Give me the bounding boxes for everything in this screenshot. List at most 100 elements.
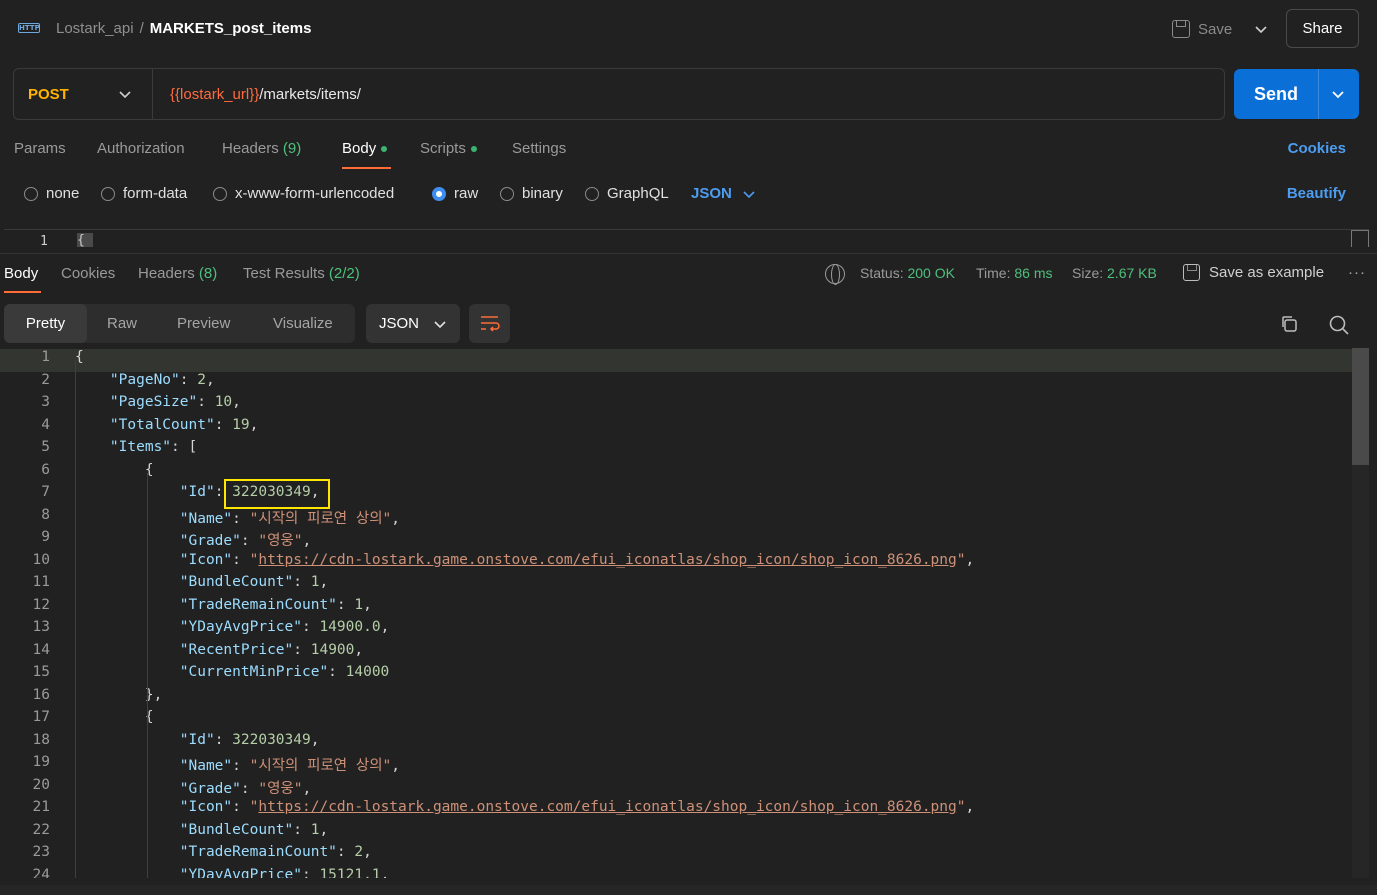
chevron-down-icon[interactable]	[117, 86, 133, 102]
pane-resize-divider[interactable]	[0, 253, 1377, 254]
radio-binary[interactable]: binary	[500, 185, 563, 202]
radio-form-data[interactable]: form-data	[101, 185, 187, 202]
line-number: 23	[32, 844, 50, 860]
code-line: 17 {	[0, 709, 1352, 732]
tab-settings[interactable]: Settings	[512, 140, 566, 157]
view-visualize[interactable]: Visualize	[273, 315, 333, 332]
breadcrumb: Lostark_api / MARKETS_post_items	[56, 20, 311, 37]
line-number: 11	[32, 574, 50, 590]
line-number: 8	[41, 506, 50, 523]
time-readout: Time: 86 ms	[976, 265, 1053, 281]
send-label: Send	[1253, 83, 1298, 104]
line-number: 5	[41, 439, 50, 455]
url-input[interactable]: {{lostark_url}}/markets/items/	[170, 86, 361, 103]
url-variable: {{lostark_url}}	[170, 86, 260, 103]
body-format-dropdown[interactable]: JSON	[691, 185, 756, 202]
share-button[interactable]: Share	[1286, 9, 1359, 48]
radio-graphql[interactable]: GraphQL	[585, 185, 669, 202]
horizontal-scrollbar[interactable]	[0, 885, 1377, 895]
response-format-label: JSON	[379, 315, 420, 332]
scrollbar-thumb[interactable]	[1352, 348, 1369, 465]
response-tab-test-results[interactable]: Test Results (2/2)	[243, 265, 360, 282]
line-number: 3	[41, 394, 50, 410]
code-text: "CurrentMinPrice": 14000	[179, 664, 390, 680]
response-tab-headers-label: Headers	[138, 265, 195, 282]
line-number: 1	[41, 349, 50, 365]
breadcrumb-collection[interactable]: Lostark_api	[56, 20, 134, 37]
line-number: 2	[41, 371, 50, 388]
tab-authorization[interactable]: Authorization	[97, 140, 185, 157]
line-number: 10	[32, 551, 50, 568]
code-line: 6 {	[0, 462, 1352, 485]
chevron-down-icon[interactable]	[1252, 20, 1270, 38]
code-line: 5 "Items": [	[0, 439, 1352, 462]
cookies-link[interactable]: Cookies	[1288, 140, 1346, 157]
editor-scrollbar[interactable]	[1351, 230, 1369, 247]
request-body-editor[interactable]: 1 {	[4, 229, 1369, 247]
test-results-label: Test Results	[243, 265, 325, 282]
copy-icon[interactable]	[1279, 314, 1299, 334]
tab-body[interactable]: Body	[342, 140, 388, 157]
line-number: 15	[32, 664, 50, 680]
radio-urlencoded[interactable]: x-www-form-urlencoded	[213, 185, 394, 202]
response-headers-count: (8)	[198, 265, 218, 282]
tab-scripts[interactable]: Scripts	[420, 140, 477, 157]
save-label: Save	[1198, 20, 1233, 38]
response-format-dropdown[interactable]: JSON	[366, 304, 460, 343]
request-title[interactable]: MARKETS_post_items	[150, 20, 312, 37]
search-icon[interactable]	[1328, 314, 1350, 336]
radio-none[interactable]: none	[24, 185, 79, 202]
method-select[interactable]: POST	[28, 86, 69, 103]
code-line: 20 "Grade": "영웅",	[0, 777, 1352, 800]
radio-label: form-data	[123, 185, 188, 202]
tab-params[interactable]: Params	[14, 140, 66, 157]
indent-guide	[147, 720, 148, 878]
line-number: 14	[32, 641, 50, 658]
url-divider	[152, 69, 153, 119]
line-number: 7	[41, 484, 50, 500]
code-line: 8 "Name": "시작의 피로연 상의",	[0, 507, 1352, 530]
radio-circle	[585, 186, 599, 201]
chevron-down-icon[interactable]	[1330, 86, 1346, 102]
line-number: 18	[32, 731, 50, 748]
radio-raw[interactable]: raw	[432, 185, 478, 202]
code-text: "BundleCount": 1,	[179, 574, 329, 590]
code-text: "Icon": "https://cdn-lostark.game.onstov…	[179, 799, 975, 815]
line-number: 16	[32, 686, 50, 703]
url-bar: POST {{lostark_url}}/markets/items/	[13, 68, 1225, 120]
response-tab-cookies[interactable]: Cookies	[61, 265, 115, 282]
view-pretty[interactable]: Pretty	[4, 304, 87, 343]
scripts-dot-indicator	[470, 146, 477, 153]
save-as-example-label: Save as example	[1209, 264, 1325, 281]
more-options-icon[interactable]: ···	[1348, 264, 1366, 281]
code-line: 10 "Icon": "https://cdn-lostark.game.ons…	[0, 552, 1352, 575]
time-value: 86 ms	[1014, 265, 1053, 281]
save-button[interactable]: Save	[1172, 18, 1232, 40]
code-text: },	[75, 686, 163, 703]
line-number: 19	[32, 754, 50, 770]
beautify-button[interactable]: Beautify	[1287, 185, 1346, 202]
indent-guide	[75, 360, 76, 878]
body-dot-indicator	[381, 146, 388, 153]
tab-scripts-label: Scripts	[420, 140, 466, 157]
response-tab-body[interactable]: Body	[4, 265, 38, 282]
response-code-view[interactable]: 1{2 "PageNo": 2, 3 "PageSize": 10, 4 "Tota…	[0, 348, 1352, 878]
code-line: 16 },	[0, 687, 1352, 710]
code-line: 14 "RecentPrice": 14900,	[0, 642, 1352, 665]
wrap-lines-button[interactable]	[469, 304, 510, 343]
view-preview[interactable]: Preview	[177, 315, 230, 332]
code-text: {	[75, 349, 84, 365]
globe-icon[interactable]	[825, 264, 845, 285]
code-line: 9 "Grade": "영웅",	[0, 529, 1352, 552]
code-line: 11 "BundleCount": 1,	[0, 574, 1352, 597]
top-bar: HTTP Lostark_api / MARKETS_post_items Save…	[0, 0, 1377, 58]
view-raw[interactable]: Raw	[107, 315, 137, 332]
line-number: 12	[32, 596, 50, 613]
send-button[interactable]: Send	[1234, 69, 1359, 119]
save-as-example-button[interactable]: Save as example	[1183, 264, 1324, 281]
radio-circle-selected	[432, 186, 446, 201]
response-tab-headers[interactable]: Headers (8)	[138, 265, 217, 282]
tab-headers[interactable]: Headers (9)	[222, 140, 301, 157]
response-tabs: Body Cookies Headers (8) Test Results (2…	[0, 262, 1377, 294]
vertical-scrollbar[interactable]	[1352, 348, 1369, 878]
